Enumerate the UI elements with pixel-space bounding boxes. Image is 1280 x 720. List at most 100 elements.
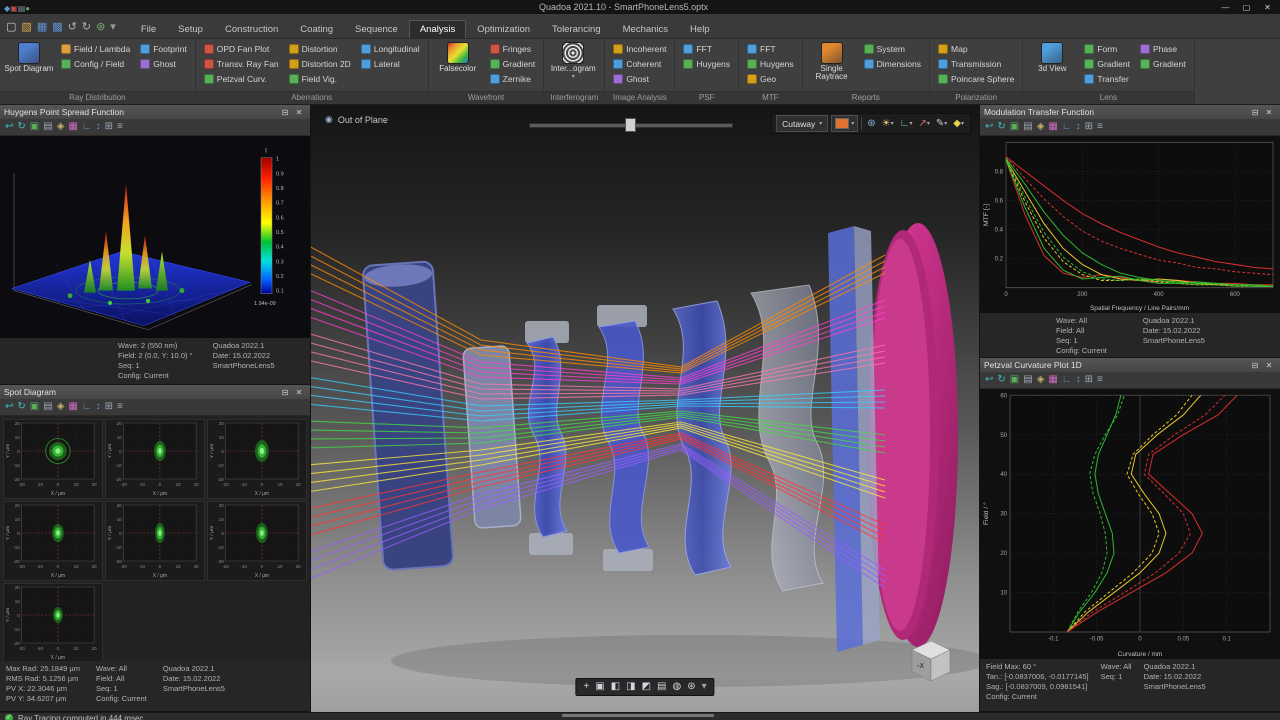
settings-icon[interactable]: ⊛ (687, 681, 695, 693)
more-caret-icon[interactable]: ▾ (702, 681, 707, 693)
tab-sequence[interactable]: Sequence (344, 20, 409, 38)
spot-panel-titlebar[interactable]: Spot Diagram ⊟ ✕ (0, 385, 310, 399)
ribbon-button-distortion[interactable]: Distortion (285, 41, 355, 56)
ribbon-button-3d-view[interactable]: 3d View (1027, 41, 1077, 73)
ribbon-button-form[interactable]: Form (1080, 41, 1134, 56)
tab-help[interactable]: Help (679, 20, 721, 38)
copy-icon[interactable]: ▤ (43, 401, 52, 413)
scale-icon[interactable]: ↕ (1076, 374, 1081, 386)
top-view-icon[interactable]: ◩ (642, 681, 651, 693)
ribbon-button-fft[interactable]: FFT (679, 41, 734, 56)
ribbon-button-footprint[interactable]: Footprint (136, 41, 191, 56)
open-project-icon[interactable]: ▧ (21, 21, 31, 34)
h-scrollbar[interactable] (562, 714, 714, 717)
undo-icon[interactable]: ↺ (68, 21, 77, 34)
ribbon-button-petzval-curv[interactable]: Petzval Curv. (200, 71, 283, 86)
axes-icon[interactable]: ∟▾ (898, 118, 915, 129)
ribbon-button-inter-ogram[interactable]: Inter...ogram▾ (548, 41, 598, 81)
refresh-icon[interactable]: ↻ (997, 374, 1005, 386)
axes-icon[interactable]: ∟ (1062, 121, 1072, 133)
highlight-icon[interactable]: ◆▾ (951, 118, 966, 129)
side-view-icon[interactable]: ◨ (626, 681, 635, 693)
snapshot-icon[interactable]: ▣ (1010, 374, 1019, 386)
close-button[interactable]: ✕ (1259, 3, 1276, 12)
spot-diagram-cell[interactable]: -20-100102020100-10-20X / µmY / µm (3, 583, 103, 661)
lens-3d-viewport[interactable]: ◉ Out of Plane Cutaway ▾ ▾ ⊛☀▾∟▾↗▾✎▾◆▾ (311, 105, 979, 712)
tab-construction[interactable]: Construction (214, 20, 289, 38)
back-icon[interactable]: ↩ (5, 121, 13, 133)
spot-diagram-cell[interactable]: -20-100102020100-10-20X / µmY / µm (207, 419, 307, 499)
tab-optimization[interactable]: Optimization (466, 20, 541, 38)
annotate-icon[interactable]: ✎▾ (934, 118, 949, 129)
tab-file[interactable]: File (130, 20, 167, 38)
ribbon-button-poincare-sphere[interactable]: Poincare Sphere (934, 71, 1018, 86)
panel-minimize-button[interactable]: ⊟ (1248, 108, 1262, 117)
scale-icon[interactable]: ↕ (96, 401, 101, 413)
ribbon-button-transmission[interactable]: Transmission (934, 56, 1018, 71)
psf-3d-plot[interactable]: I10.90.80.70.60.50.40.30.20.11.94e-09 (0, 136, 310, 338)
refresh-icon[interactable]: ↻ (17, 121, 25, 133)
ribbon-button-gradient[interactable]: Gradient (486, 56, 540, 71)
palette-icon[interactable]: ▦ (68, 121, 77, 133)
ribbon-button-single-raytrace[interactable]: Single Raytrace (807, 41, 857, 82)
legend-icon[interactable]: ≡ (1097, 121, 1103, 133)
ribbon-button-geo[interactable]: Geo (743, 71, 798, 86)
ribbon-button-falsecolor[interactable]: Falsecolor (433, 41, 483, 73)
globe-icon[interactable]: ◍ (672, 681, 681, 693)
ribbon-button-map[interactable]: Map (934, 41, 1018, 56)
panel-close-button[interactable]: ✕ (1262, 108, 1276, 117)
lens-3d-scene[interactable] (311, 105, 979, 712)
copy-icon[interactable]: ▤ (1023, 121, 1032, 133)
copy-icon[interactable]: ▤ (43, 121, 52, 133)
ribbon-button-fringes[interactable]: Fringes (486, 41, 540, 56)
lock-icon[interactable]: ◈ (57, 121, 65, 133)
ribbon-button-huygens[interactable]: Huygens (743, 56, 798, 71)
tab-tolerancing[interactable]: Tolerancing (541, 20, 612, 38)
ribbon-button-zernike[interactable]: Zernike (486, 71, 540, 86)
ribbon-button-transv-ray-fan[interactable]: Transv. Ray Fan (200, 56, 283, 71)
scale-icon[interactable]: ↕ (1076, 121, 1081, 133)
cutaway-color-dropdown[interactable]: ▾ (831, 115, 858, 132)
mtf-plot[interactable]: 02004006000.20.40.60.8Spatial Frequency … (980, 136, 1280, 313)
panel-minimize-button[interactable]: ⊟ (278, 108, 292, 117)
petzval-panel-titlebar[interactable]: Petzval Curvature Plot 1D ⊟ ✕ (980, 358, 1280, 372)
ribbon-button-ghost[interactable]: Ghost (609, 71, 670, 86)
ribbon-button-huygens[interactable]: Huygens (679, 56, 734, 71)
save-all-icon[interactable]: ▩ (52, 21, 62, 34)
spot-diagram-cell[interactable]: -20-100102020100-10-20X / µmY / µm (3, 419, 103, 499)
cube-view-icon[interactable]: ▣ (595, 681, 604, 693)
view-slider[interactable] (529, 118, 733, 130)
panel-close-button[interactable]: ✕ (1262, 361, 1276, 370)
panel-minimize-button[interactable]: ⊟ (1248, 361, 1262, 370)
settings-gear-icon[interactable]: ⊛ (865, 118, 877, 129)
snapshot-icon[interactable]: ▣ (30, 121, 39, 133)
ribbon-button-lateral[interactable]: Lateral (357, 56, 424, 71)
grid-icon[interactable]: ⊞ (105, 121, 113, 133)
ribbon-button-field-lambda[interactable]: Field / Lambda (57, 41, 134, 56)
ribbon-button-system[interactable]: System (860, 41, 925, 56)
legend-icon[interactable]: ≡ (117, 401, 123, 413)
spot-diagram-cell[interactable]: -20-100102020100-10-20X / µmY / µm (207, 501, 307, 581)
snapshot-icon[interactable]: ▣ (1010, 121, 1019, 133)
spot-diagram-cell[interactable]: -20-100102020100-10-20X / µmY / µm (3, 501, 103, 581)
scale-icon[interactable]: ↕ (96, 121, 101, 133)
axes-icon[interactable]: ∟ (82, 401, 92, 413)
lock-icon[interactable]: ◈ (1037, 121, 1045, 133)
spot-diagram-cell[interactable]: -20-100102020100-10-20X / µmY / µm (105, 419, 205, 499)
ribbon-button-ghost[interactable]: Ghost (136, 56, 191, 71)
back-icon[interactable]: ↩ (5, 401, 13, 413)
snapshot-icon[interactable]: ▣ (30, 401, 39, 413)
tab-coating[interactable]: Coating (289, 20, 344, 38)
ribbon-button-dimensions[interactable]: Dimensions (860, 56, 925, 71)
panel-minimize-button[interactable]: ⊟ (278, 388, 292, 397)
palette-icon[interactable]: ▦ (1048, 374, 1057, 386)
tab-mechanics[interactable]: Mechanics (612, 20, 679, 38)
ribbon-button-transfer[interactable]: Transfer (1080, 71, 1134, 86)
back-icon[interactable]: ↩ (985, 374, 993, 386)
lock-icon[interactable]: ◈ (1037, 374, 1045, 386)
axes-icon[interactable]: ∟ (1062, 374, 1072, 386)
petzval-plot[interactable]: -0.1-0.0500.050.1102030405060Curvature /… (980, 389, 1280, 659)
ribbon-button-fft[interactable]: FFT (743, 41, 798, 56)
ribbon-button-field-vig[interactable]: Field Vig. (285, 71, 355, 86)
copy-icon[interactable]: ▤ (1023, 374, 1032, 386)
